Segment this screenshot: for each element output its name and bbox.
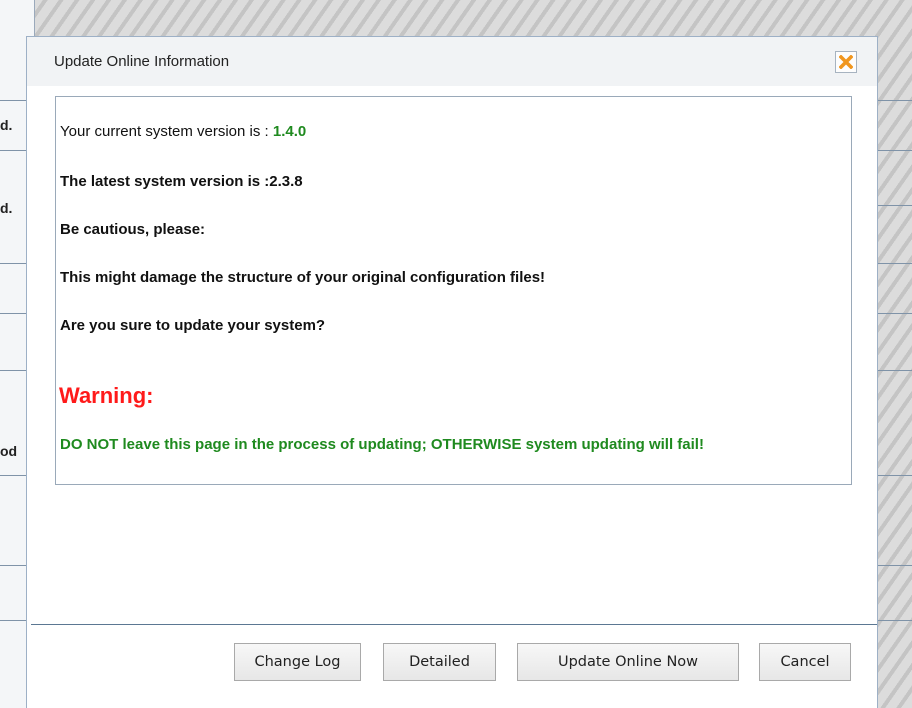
dialog-header: Update Online Information [27, 37, 877, 86]
change-log-button[interactable]: Change Log [234, 643, 361, 681]
cancel-button[interactable]: Cancel [759, 643, 851, 681]
damage-warning-text: This might damage the structure of your … [60, 269, 546, 286]
warning-title: Warning: [59, 383, 154, 408]
background-divider [878, 150, 912, 151]
current-version-value: 1.4.0 [272, 123, 307, 140]
background-divider [878, 370, 912, 371]
current-version-label: Your current system version is : [60, 123, 273, 140]
background-divider [878, 565, 912, 566]
current-version-line: Your current system version is : 1.4.0 [60, 123, 306, 140]
background-divider [878, 620, 912, 621]
warning-message: DO NOT leave this page in the process of… [60, 436, 704, 453]
update-online-now-button[interactable]: Update Online Now [517, 643, 739, 681]
footer-divider [31, 624, 877, 625]
background-text-fragment: d. [0, 200, 13, 216]
close-x-icon [839, 55, 853, 69]
background-divider [878, 313, 912, 314]
update-info-panel: Your current system version is : 1.4.0 T… [55, 96, 852, 485]
dialog-title: Update Online Information [54, 53, 230, 70]
caution-text: Be cautious, please: [60, 221, 206, 238]
background-text-fragment: od [0, 443, 18, 459]
confirm-question-text: Are you sure to update your system? [60, 317, 326, 334]
background-divider [878, 263, 912, 264]
background-divider [878, 475, 912, 476]
background-text-fragment: d. [0, 117, 13, 133]
background-divider [878, 205, 912, 206]
latest-version-text: The latest system version is :2.3.8 [60, 173, 303, 190]
detailed-button[interactable]: Detailed [383, 643, 496, 681]
close-button[interactable] [835, 51, 857, 73]
background-divider [878, 100, 912, 101]
update-online-dialog: Update Online Information Your current s… [26, 36, 878, 708]
